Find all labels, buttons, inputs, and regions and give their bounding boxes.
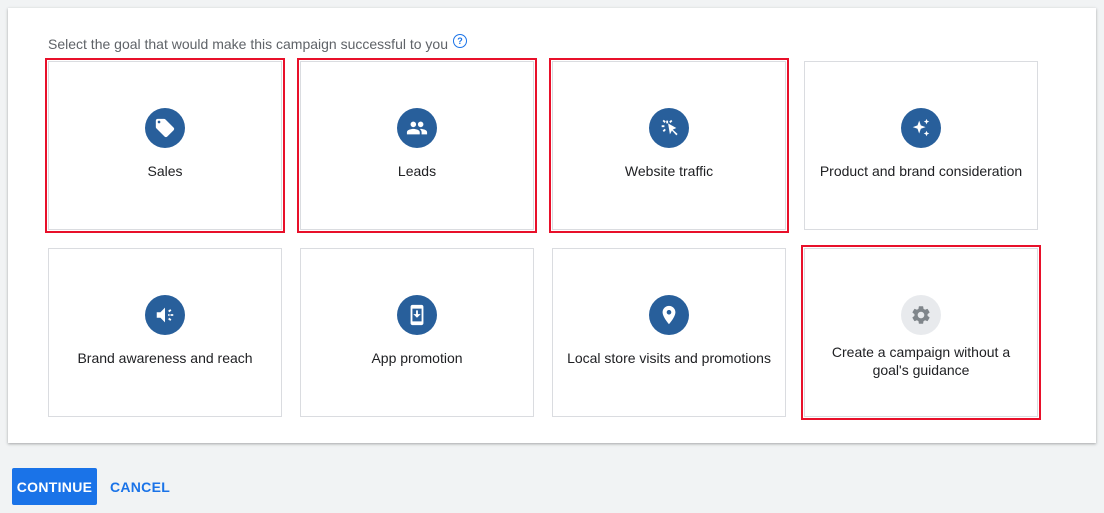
goal-card-app-promotion[interactable]: App promotion [300,248,534,417]
gear-icon [901,295,941,335]
cancel-button[interactable]: CANCEL [105,468,175,505]
cursor-click-icon [649,108,689,148]
goal-label: Leads [397,163,437,179]
goal-card-leads[interactable]: Leads [297,58,537,233]
tag-icon [145,108,185,148]
goal-card-no-guidance[interactable]: Create a campaign without a goal's guida… [801,245,1041,420]
goal-card-website-traffic[interactable]: Website traffic [549,58,789,233]
goal-label: Product and brand consideration [819,163,1023,179]
goal-card-local-store-visits[interactable]: Local store visits and promotions [552,248,786,417]
phone-download-icon [397,295,437,335]
goal-label: App promotion [371,350,463,366]
goal-label: Local store visits and promotions [567,350,771,366]
help-circle-icon[interactable]: ? [453,34,467,48]
goal-label: Sales [147,163,183,179]
sparkle-icon [901,108,941,148]
goal-card-brand-awareness[interactable]: Brand awareness and reach [48,248,282,417]
continue-button[interactable]: CONTINUE [12,468,97,505]
goal-label: Website traffic [624,163,714,179]
goal-card-product-brand-consideration[interactable]: Product and brand consideration [804,61,1038,230]
goal-label: Create a campaign without a goal's guida… [831,344,1011,378]
location-pin-icon [649,295,689,335]
goal-card-sales[interactable]: Sales [45,58,285,233]
goal-prompt: Select the goal that would make this cam… [48,34,467,52]
goal-label: Brand awareness and reach [77,350,253,366]
goal-selection-panel: Select the goal that would make this cam… [8,8,1096,443]
goal-prompt-text: Select the goal that would make this cam… [48,36,448,52]
megaphone-icon [145,295,185,335]
people-icon [397,108,437,148]
